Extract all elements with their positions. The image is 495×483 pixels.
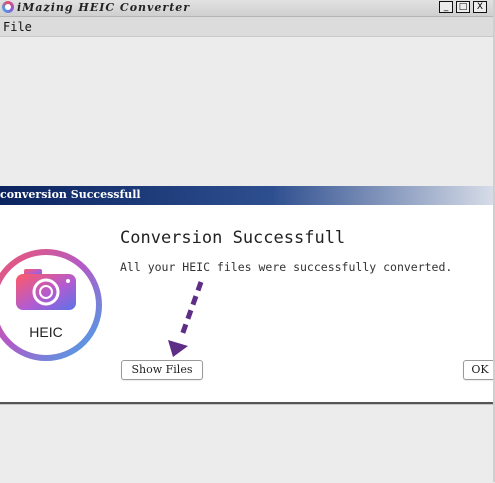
- ok-button[interactable]: OK: [463, 360, 495, 380]
- minimize-button[interactable]: _: [439, 1, 453, 13]
- conversion-dialog: conversion Successfull HEIC Conversion S…: [0, 186, 495, 404]
- menu-file[interactable]: File: [3, 20, 32, 34]
- arrow-annotation: [168, 281, 204, 357]
- window-title: iMazing HEIC Converter: [17, 1, 191, 14]
- maximize-button[interactable]: □: [456, 1, 470, 13]
- menubar: File: [0, 17, 495, 37]
- dialog-message: All your HEIC files were successfully co…: [120, 260, 453, 274]
- main-titlebar: iMazing HEIC Converter _ □ X: [0, 0, 495, 17]
- logo-text: HEIC: [29, 324, 62, 340]
- dialog-title: conversion Successfull: [0, 188, 141, 201]
- close-button[interactable]: X: [473, 1, 487, 13]
- app-icon: [2, 1, 14, 13]
- dialog-heading: Conversion Successfull: [120, 228, 346, 248]
- heic-camera-icon: HEIC: [0, 249, 102, 361]
- show-files-button[interactable]: Show Files: [121, 360, 203, 380]
- dialog-titlebar: conversion Successfull: [0, 186, 495, 205]
- main-window-lower-area: [0, 404, 495, 483]
- main-window-body: [0, 37, 495, 185]
